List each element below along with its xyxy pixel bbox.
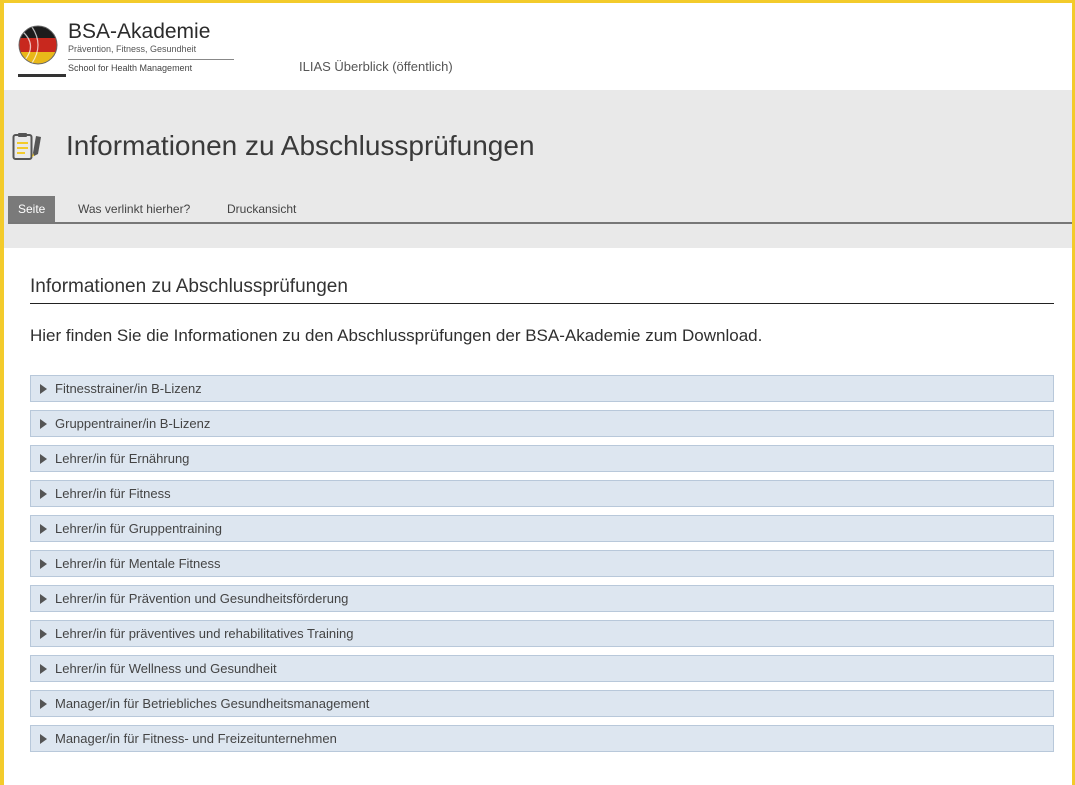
caret-right-icon — [40, 733, 47, 744]
caret-right-icon — [40, 593, 47, 604]
page-edit-icon — [12, 133, 41, 160]
title-area: Informationen zu Abschlussprüfungen Seit… — [4, 90, 1072, 248]
accordion-item-praevention[interactable]: Lehrer/in für Prävention und Gesundheits… — [30, 585, 1054, 612]
accordion-item-label: Lehrer/in für Ernährung — [55, 451, 190, 466]
accordion-item-label: Lehrer/in für Wellness und Gesundheit — [55, 661, 277, 676]
accordion-item-label: Manager/in für Betriebliches Gesundheits… — [55, 696, 370, 711]
accordion-item-gruppentraining[interactable]: Lehrer/in für Gruppentraining — [30, 515, 1054, 542]
brand-title: BSA-Akademie — [68, 20, 211, 43]
bsa-logo-icon — [18, 25, 58, 65]
caret-right-icon — [40, 418, 47, 429]
caret-right-icon — [40, 628, 47, 639]
content-intro: Hier finden Sie die Informationen zu den… — [30, 326, 763, 345]
accordion-item-mentale-fitness[interactable]: Lehrer/in für Mentale Fitness — [30, 550, 1054, 577]
brand-subtitle: Prävention, Fitness, Gesundheit — [68, 44, 197, 54]
caret-right-icon — [40, 558, 47, 569]
accordion-item-label: Lehrer/in für präventives und rehabilita… — [55, 626, 354, 641]
page-title: Informationen zu Abschlussprüfungen — [66, 130, 535, 161]
caret-right-icon — [40, 523, 47, 534]
brand-block[interactable]: BSA-Akademie Prävention, Fitness, Gesund… — [68, 21, 234, 74]
accordion-item-label: Lehrer/in für Gruppentraining — [55, 521, 222, 536]
accordion-item-label: Lehrer/in für Prävention und Gesundheits… — [55, 591, 349, 606]
tab-seite[interactable]: Seite — [8, 196, 56, 222]
brand-divider — [68, 59, 234, 60]
accordion-item-ernaehrung[interactable]: Lehrer/in für Ernährung — [30, 445, 1054, 472]
tab-druckansicht[interactable]: Druckansicht — [217, 196, 306, 222]
tab-was-verlinkt-hierher[interactable]: Was verlinkt hierher? — [68, 196, 200, 222]
accordion-item-label: Manager/in für Fitness- und Freizeitunte… — [55, 731, 337, 746]
accordion-item-label: Gruppentrainer/in B-Lizenz — [55, 416, 211, 431]
accordion-item-label: Lehrer/in für Mentale Fitness — [55, 556, 221, 571]
accordion-item-fitness-freizeit[interactable]: Manager/in für Fitness- und Freizeitunte… — [30, 725, 1054, 752]
accordion-item-gruppentrainer[interactable]: Gruppentrainer/in B-Lizenz — [30, 410, 1054, 437]
accordion-item-label: Fitnesstrainer/in B-Lizenz — [55, 381, 202, 396]
caret-right-icon — [40, 488, 47, 499]
logo-underline — [18, 74, 66, 77]
ilias-overview-link[interactable]: ILIAS Überblick (öffentlich) — [299, 59, 453, 74]
accordion-item-bgm[interactable]: Manager/in für Betriebliches Gesundheits… — [30, 690, 1054, 717]
caret-right-icon — [40, 663, 47, 674]
brand-tagline: School for Health Management — [68, 63, 193, 73]
accordion-item-praeventives-training[interactable]: Lehrer/in für präventives und rehabilita… — [30, 620, 1054, 647]
page-header: BSA-Akademie Prävention, Fitness, Gesund… — [4, 3, 1072, 90]
accordion-item-fitness[interactable]: Lehrer/in für Fitness — [30, 480, 1054, 507]
accordion-item-label: Lehrer/in für Fitness — [55, 486, 171, 501]
content-heading: Informationen zu Abschlussprüfungen — [30, 276, 1054, 304]
main-content: Informationen zu Abschlussprüfungen Hier… — [10, 248, 1072, 785]
caret-right-icon — [40, 698, 47, 709]
download-accordion: Fitnesstrainer/in B-Lizenz Gruppentraine… — [30, 375, 1054, 760]
caret-right-icon — [40, 453, 47, 464]
accordion-item-wellness[interactable]: Lehrer/in für Wellness und Gesundheit — [30, 655, 1054, 682]
accordion-item-fitnesstrainer[interactable]: Fitnesstrainer/in B-Lizenz — [30, 375, 1054, 402]
tab-bar: Seite Was verlinkt hierher? Druckansicht — [8, 196, 1072, 224]
caret-right-icon — [40, 383, 47, 394]
